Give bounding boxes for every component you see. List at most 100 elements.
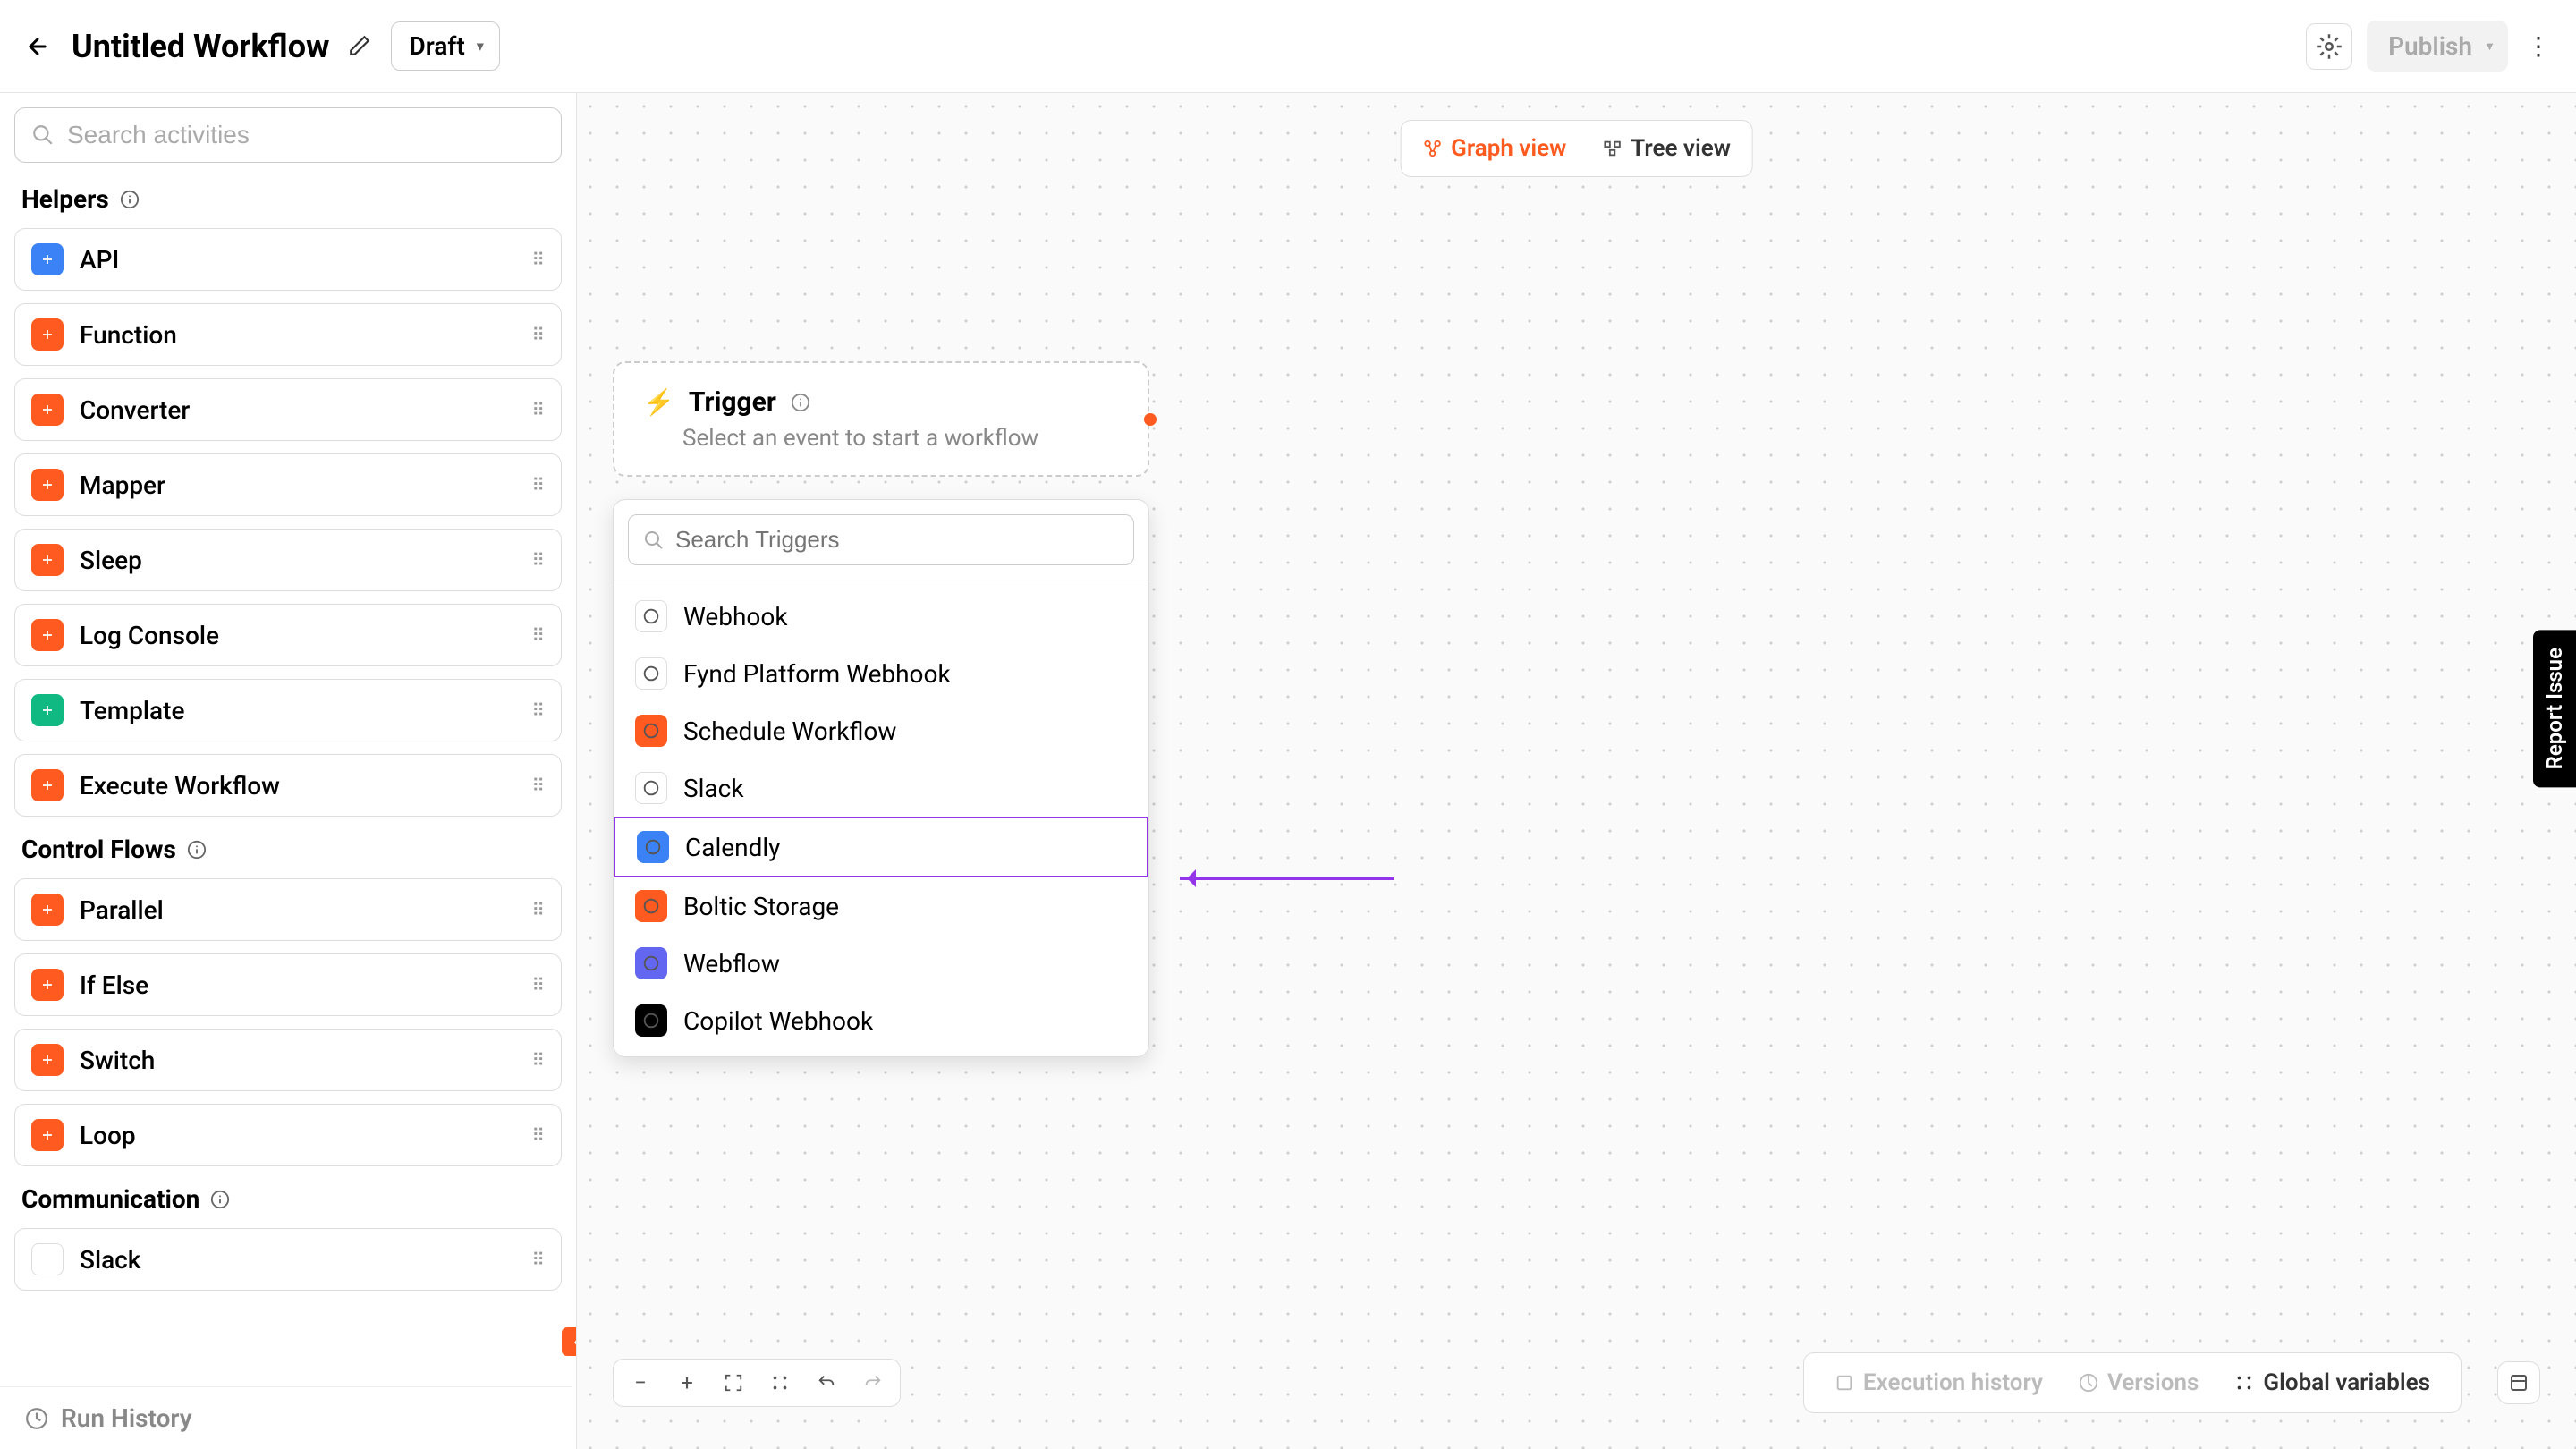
trigger-item[interactable]: Slack xyxy=(614,759,1148,817)
more-menu-button[interactable]: ⋮ xyxy=(2522,30,2555,63)
activity-sidebar: Helpers API ⠿ Function ⠿ Converter ⠿ Map… xyxy=(0,93,577,1449)
drag-handle-icon[interactable]: ⠿ xyxy=(531,1249,545,1270)
trigger-search-box[interactable] xyxy=(628,514,1134,565)
redo-button[interactable] xyxy=(857,1367,889,1399)
node-output-port[interactable] xyxy=(1144,413,1157,426)
activity-label: If Else xyxy=(80,970,515,1000)
activity-icon xyxy=(31,1044,64,1076)
activity-item[interactable]: Loop ⠿ xyxy=(14,1104,562,1166)
undo-icon xyxy=(817,1373,836,1393)
trigger-item[interactable]: Webhook xyxy=(614,588,1148,645)
run-history-button[interactable]: Run History xyxy=(0,1386,572,1449)
publish-button[interactable]: Publish xyxy=(2367,21,2508,72)
global-variables-button[interactable]: Global variables xyxy=(2218,1360,2446,1405)
graph-icon xyxy=(1422,139,1442,158)
info-icon[interactable] xyxy=(120,190,140,209)
trigger-item[interactable]: Copilot Webhook xyxy=(614,992,1148,1049)
trigger-item[interactable]: Fynd Platform Webhook xyxy=(614,645,1148,702)
activity-label: Loop xyxy=(80,1121,515,1150)
trigger-item[interactable]: Calendly xyxy=(614,817,1148,877)
activity-item[interactable]: If Else ⠿ xyxy=(14,953,562,1016)
drag-handle-icon[interactable]: ⠿ xyxy=(531,324,545,345)
drag-handle-icon[interactable]: ⠿ xyxy=(531,249,545,270)
trigger-header: ⚡ Trigger xyxy=(643,386,1119,418)
label: Execution history xyxy=(1863,1369,2043,1396)
activity-icon xyxy=(31,1243,64,1275)
info-icon[interactable] xyxy=(187,840,207,860)
edit-title-button[interactable] xyxy=(348,34,373,59)
activity-label: Function xyxy=(80,320,515,350)
execution-history-button[interactable]: Execution history xyxy=(1818,1360,2059,1405)
collapse-sidebar-button[interactable]: ‹ xyxy=(562,1327,577,1356)
label: Versions xyxy=(2107,1369,2199,1396)
activity-item[interactable]: Function ⠿ xyxy=(14,303,562,366)
auto-layout-button[interactable] xyxy=(764,1367,796,1399)
trigger-item[interactable]: Webflow xyxy=(614,935,1148,992)
trigger-item-icon xyxy=(635,890,667,922)
workflow-title[interactable]: Untitled Workflow xyxy=(72,28,330,65)
drag-handle-icon[interactable]: ⠿ xyxy=(531,549,545,571)
search-activities[interactable] xyxy=(14,107,562,163)
redo-icon xyxy=(863,1373,883,1393)
map-icon xyxy=(2508,1372,2529,1394)
minimap-button[interactable] xyxy=(2497,1361,2540,1404)
versions-button[interactable]: Versions xyxy=(2063,1360,2215,1405)
activity-item[interactable]: Slack ⠿ xyxy=(14,1228,562,1291)
drag-handle-icon[interactable]: ⠿ xyxy=(531,775,545,796)
tree-view-tab[interactable]: Tree view xyxy=(1586,126,1747,171)
info-icon[interactable] xyxy=(791,393,810,412)
activity-label: Template xyxy=(80,696,515,725)
drag-handle-icon[interactable]: ⠿ xyxy=(531,1124,545,1146)
trigger-item-icon xyxy=(635,600,667,632)
section-title: Communication xyxy=(21,1184,199,1214)
zoom-in-button[interactable]: + xyxy=(671,1367,703,1399)
bottom-toolbar: − + Execution history xyxy=(577,1352,2576,1413)
activity-icon xyxy=(31,969,64,1001)
header-bar: Untitled Workflow Draft Publish ⋮ xyxy=(0,0,2576,93)
drag-handle-icon[interactable]: ⠿ xyxy=(531,474,545,496)
trigger-item-label: Schedule Workflow xyxy=(683,716,896,746)
trigger-item[interactable]: Schedule Workflow xyxy=(614,702,1148,759)
workflow-canvas[interactable]: Graph view Tree view ⚡ Trigger Select an… xyxy=(577,93,2576,1449)
drag-handle-icon[interactable]: ⠿ xyxy=(531,1049,545,1071)
activity-item[interactable]: Execute Workflow ⠿ xyxy=(14,754,562,817)
fit-view-button[interactable] xyxy=(717,1367,750,1399)
activity-item[interactable]: Log Console ⠿ xyxy=(14,604,562,666)
view-label: Graph view xyxy=(1451,135,1566,162)
activity-item[interactable]: Parallel ⠿ xyxy=(14,878,562,941)
main-layout: Helpers API ⠿ Function ⠿ Converter ⠿ Map… xyxy=(0,93,2576,1449)
trigger-node[interactable]: ⚡ Trigger Select an event to start a wor… xyxy=(613,361,1149,477)
status-dropdown[interactable]: Draft xyxy=(391,21,500,71)
trigger-title: Trigger xyxy=(689,386,776,418)
search-input[interactable] xyxy=(67,121,545,149)
bottom-center-controls: Execution history Versions Global variab… xyxy=(1803,1352,2462,1413)
activity-icon xyxy=(31,544,64,576)
activity-item[interactable]: Sleep ⠿ xyxy=(14,529,562,591)
undo-button[interactable] xyxy=(810,1367,843,1399)
arrow-left-icon xyxy=(25,34,50,59)
drag-handle-icon[interactable]: ⠿ xyxy=(531,974,545,996)
section-header-communication: Communication xyxy=(21,1184,562,1214)
drag-handle-icon[interactable]: ⠿ xyxy=(531,399,545,420)
info-icon[interactable] xyxy=(210,1190,230,1209)
trigger-search-input[interactable] xyxy=(675,526,1119,554)
drag-handle-icon[interactable]: ⠿ xyxy=(531,624,545,646)
activity-item[interactable]: API ⠿ xyxy=(14,228,562,291)
activity-label: Mapper xyxy=(80,470,515,500)
trigger-item[interactable]: Boltic Storage xyxy=(614,877,1148,935)
label: Run History xyxy=(61,1403,192,1433)
activity-item[interactable]: Converter ⠿ xyxy=(14,378,562,441)
drag-handle-icon[interactable]: ⠿ xyxy=(531,699,545,721)
activity-item[interactable]: Switch ⠿ xyxy=(14,1029,562,1091)
zoom-out-button[interactable]: − xyxy=(624,1367,657,1399)
clock-icon xyxy=(25,1407,48,1430)
drag-handle-icon[interactable]: ⠿ xyxy=(531,899,545,920)
activity-item[interactable]: Mapper ⠿ xyxy=(14,453,562,516)
back-button[interactable] xyxy=(21,30,54,63)
settings-button[interactable] xyxy=(2306,23,2352,70)
graph-view-tab[interactable]: Graph view xyxy=(1406,126,1582,171)
activity-label: Parallel xyxy=(80,895,515,925)
variables-icon xyxy=(2234,1373,2254,1393)
activity-item[interactable]: Template ⠿ xyxy=(14,679,562,741)
report-issue-button[interactable]: Report Issue xyxy=(2533,630,2576,787)
